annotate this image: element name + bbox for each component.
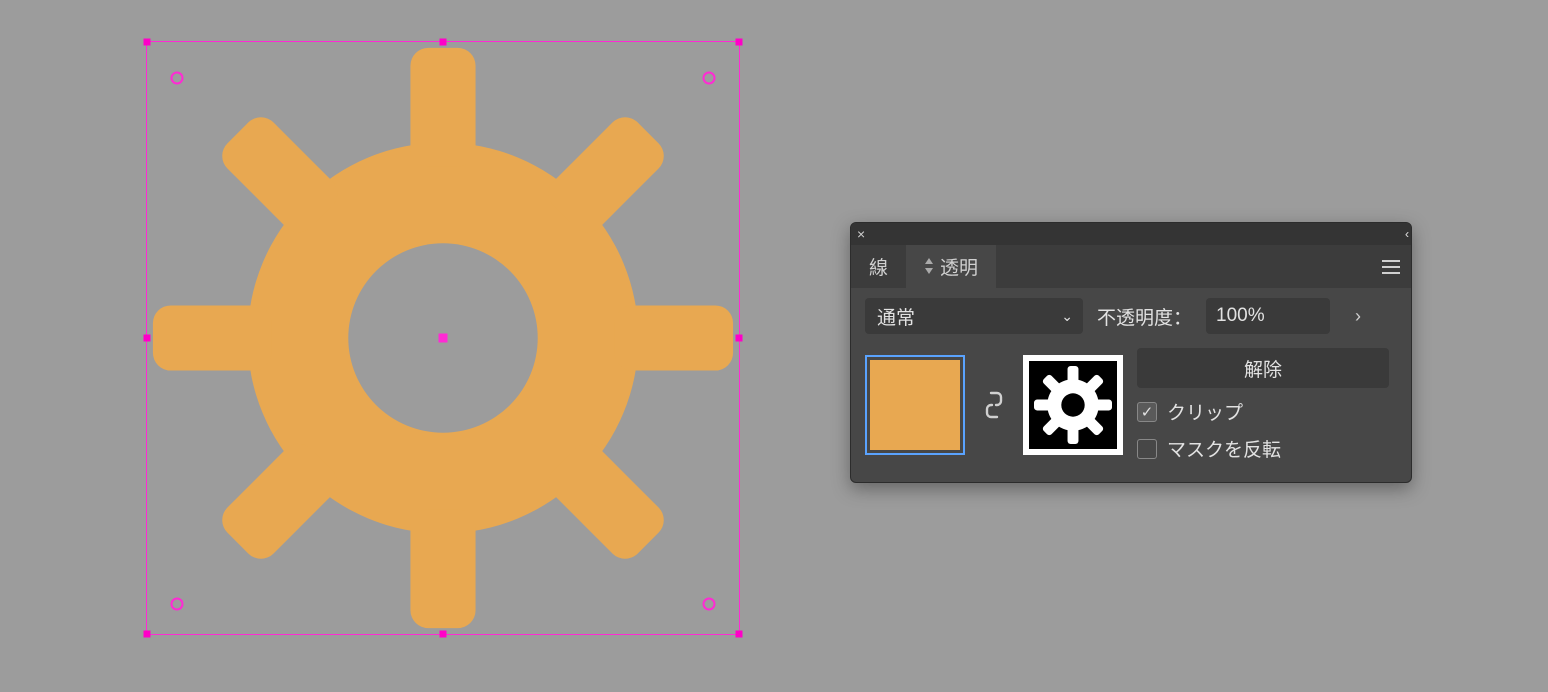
selection-handle[interactable] (144, 39, 151, 46)
blend-mode-value: 通常 (877, 303, 915, 330)
selection-handle[interactable] (144, 631, 151, 638)
invert-mask-checkbox-row[interactable]: マスクを反転 (1137, 435, 1397, 462)
panel-close-icon[interactable]: × (857, 226, 865, 242)
transparency-panel: × ‹‹ 線 透明 通常 ⌄ 不透明度： 100% › (850, 222, 1412, 483)
clip-checkbox-row[interactable]: ✓ クリップ (1137, 398, 1397, 425)
link-mask-toggle[interactable] (979, 390, 1009, 420)
artboard-selection[interactable] (146, 41, 740, 635)
selection-handle[interactable] (440, 39, 447, 46)
selection-handle[interactable] (144, 335, 151, 342)
link-icon (983, 390, 1005, 420)
tab-label: 線 (869, 253, 888, 280)
selection-center[interactable] (439, 334, 448, 343)
selection-handle[interactable] (736, 335, 743, 342)
tab-stroke[interactable]: 線 (851, 245, 906, 288)
panel-flyout-menu[interactable] (1371, 245, 1411, 288)
opacity-label: 不透明度： (1097, 303, 1192, 330)
reference-point[interactable] (703, 71, 716, 84)
gear-mask-icon (1034, 366, 1112, 444)
selection-handle[interactable] (736, 631, 743, 638)
blend-opacity-row: 通常 ⌄ 不透明度： 100% › (851, 288, 1411, 348)
mask-swatch[interactable] (1023, 355, 1123, 455)
sort-icon (924, 258, 934, 276)
reference-point[interactable] (170, 598, 183, 611)
blend-mode-select[interactable]: 通常 ⌄ (865, 298, 1083, 334)
reference-point[interactable] (170, 71, 183, 84)
opacity-stepper-icon[interactable]: › (1344, 298, 1372, 334)
tab-transparency[interactable]: 透明 (906, 245, 996, 288)
button-label: 解除 (1244, 355, 1282, 382)
mask-options: 解除 ✓ クリップ マスクを反転 (1137, 348, 1397, 462)
panel-tabs: 線 透明 (851, 245, 1411, 288)
clip-checkbox[interactable]: ✓ (1137, 402, 1157, 422)
fill-swatch[interactable] (865, 355, 965, 455)
checkbox-label: マスクを反転 (1167, 435, 1281, 462)
mask-row: 解除 ✓ クリップ マスクを反転 (851, 348, 1411, 482)
tab-label: 透明 (940, 253, 978, 280)
selection-handle[interactable] (440, 631, 447, 638)
release-mask-button[interactable]: 解除 (1137, 348, 1389, 388)
selection-handle[interactable] (736, 39, 743, 46)
hamburger-icon (1382, 260, 1400, 274)
opacity-input[interactable]: 100% (1206, 298, 1330, 334)
opacity-value: 100% (1216, 305, 1265, 327)
panel-titlebar[interactable]: × ‹‹ (851, 223, 1411, 245)
checkbox-label: クリップ (1167, 398, 1243, 425)
reference-point[interactable] (703, 598, 716, 611)
invert-mask-checkbox[interactable] (1137, 439, 1157, 459)
chevron-down-icon: ⌄ (1061, 308, 1073, 325)
